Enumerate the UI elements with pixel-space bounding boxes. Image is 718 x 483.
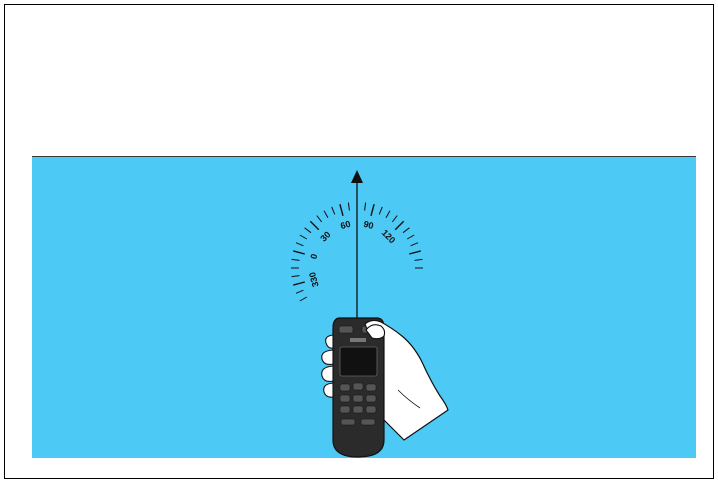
remote-key [352, 382, 364, 391]
compass-minor-tick [347, 202, 350, 211]
compass-scale-label: 120 [380, 228, 398, 246]
hand-finger [321, 349, 334, 365]
compass-minor-tick [402, 227, 410, 234]
compass-minor-tick [364, 202, 367, 211]
remote-key [365, 405, 377, 414]
compass-scale-label: 30 [318, 229, 332, 243]
remote-key [339, 383, 351, 392]
compass-major-tick [293, 250, 305, 255]
arrow-up-icon [351, 170, 363, 183]
diagram-scene: 330 0 30 60 90 120 [291, 170, 449, 458]
hand-finger [321, 365, 334, 382]
compass-scale-label: 60 [339, 219, 351, 231]
remote-screen [339, 346, 378, 377]
compass-minor-tick [378, 206, 383, 215]
compass-major-tick [370, 204, 375, 216]
hand-finger [323, 382, 334, 398]
compass-minor-tick [295, 289, 304, 294]
compass-scale-label: 330 [307, 271, 321, 288]
compass-minor-tick [316, 215, 323, 223]
compass-minor-tick [299, 296, 308, 302]
remote-key [339, 394, 351, 403]
compass-minor-tick [304, 227, 312, 234]
compass-minor-tick [410, 242, 419, 247]
compass-minor-tick [323, 210, 329, 219]
remote-key [352, 405, 364, 414]
remote-key [339, 405, 351, 414]
remote-key [352, 394, 364, 403]
compass-minor-tick [385, 210, 391, 219]
compass-major-tick [293, 281, 305, 286]
compass-minor-tick [291, 258, 300, 261]
remote-key [360, 418, 376, 426]
remote-top-key-left [338, 325, 354, 334]
compass-minor-tick [406, 234, 415, 240]
compass-minor-tick [295, 242, 304, 247]
heading-line [351, 170, 363, 330]
remote-key [340, 418, 356, 426]
compass-major-tick [409, 250, 421, 255]
compass-minor-tick [331, 206, 336, 215]
compass-major-tick [309, 220, 320, 231]
remote-key [365, 383, 377, 392]
compass-major-tick [339, 204, 344, 216]
remote-logo [350, 338, 366, 342]
compass-scale-label: 90 [362, 219, 374, 231]
hand-finger [325, 334, 334, 349]
compass-minor-tick [414, 258, 423, 261]
compass-minor-tick [291, 275, 300, 278]
compass-major-tick [394, 220, 405, 231]
remote-key [365, 394, 377, 403]
compass-minor-tick [299, 234, 308, 240]
compass-minor-tick [391, 215, 398, 223]
compass-scale-label: 0 [308, 253, 319, 260]
